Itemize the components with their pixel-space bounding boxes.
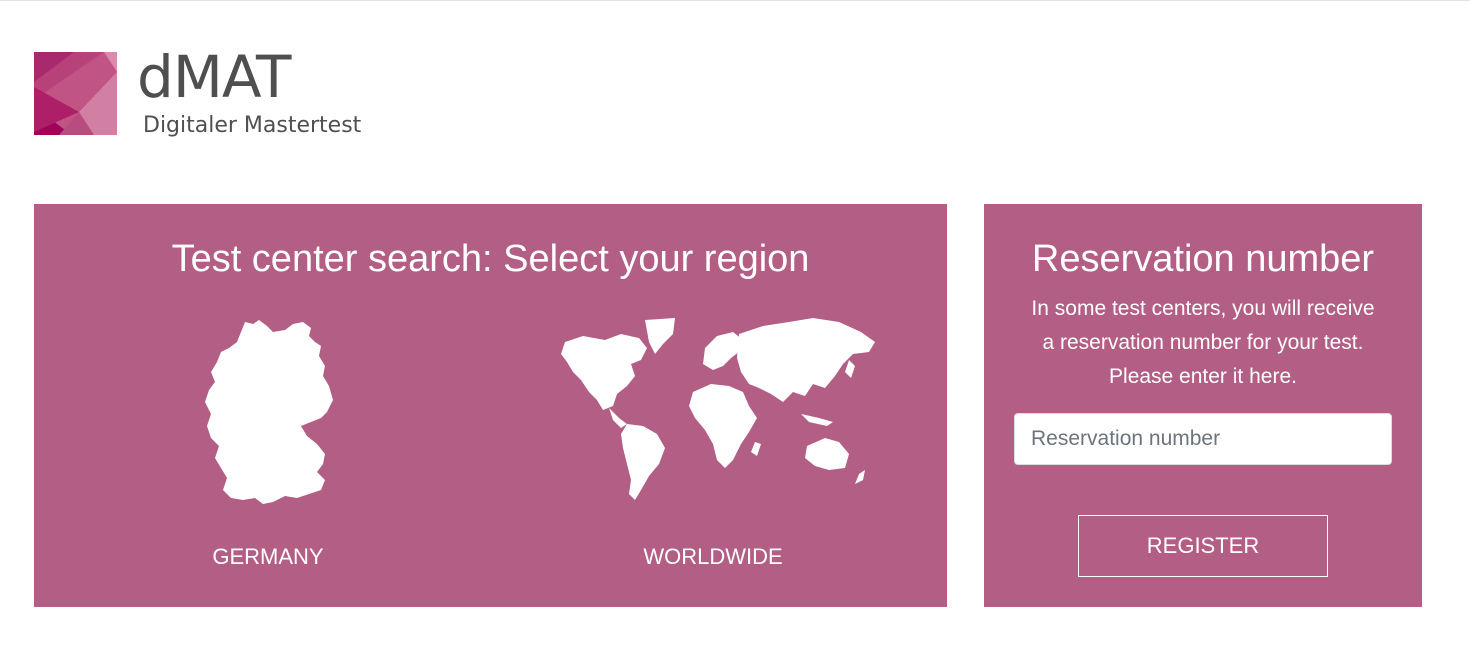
region-search-title: Test center search: Select your region xyxy=(171,238,810,280)
region-germany-label: GERMANY xyxy=(212,544,324,569)
reservation-number-input[interactable] xyxy=(1014,413,1392,465)
top-border xyxy=(0,0,1470,1)
reservation-title: Reservation number xyxy=(1031,238,1375,280)
reservation-description-line: a reservation number for your test. xyxy=(1042,331,1364,354)
region-worldwide-label: WORLDWIDE xyxy=(643,544,783,569)
dmat-logo-icon xyxy=(34,52,117,135)
brand-title: dMAT xyxy=(137,43,291,111)
reservation-panel: Reservation number In some test centers,… xyxy=(984,204,1422,607)
register-button[interactable]: REGISTER xyxy=(1078,515,1328,577)
brand-subtitle: Digitaler Mastertest xyxy=(143,113,362,138)
germany-map-icon xyxy=(205,320,333,504)
reservation-description-line: In some test centers, you will receive xyxy=(1031,297,1375,320)
region-germany-link[interactable]: GERMANY xyxy=(168,314,368,569)
reservation-description-line: Please enter it here. xyxy=(1109,365,1297,388)
region-worldwide-link[interactable]: WORLDWIDE xyxy=(533,314,893,569)
world-map-icon xyxy=(561,318,875,500)
reservation-description: In some test centers, you will receive a… xyxy=(1004,292,1402,394)
region-search-panel: Test center search: Select your region G… xyxy=(34,204,947,607)
